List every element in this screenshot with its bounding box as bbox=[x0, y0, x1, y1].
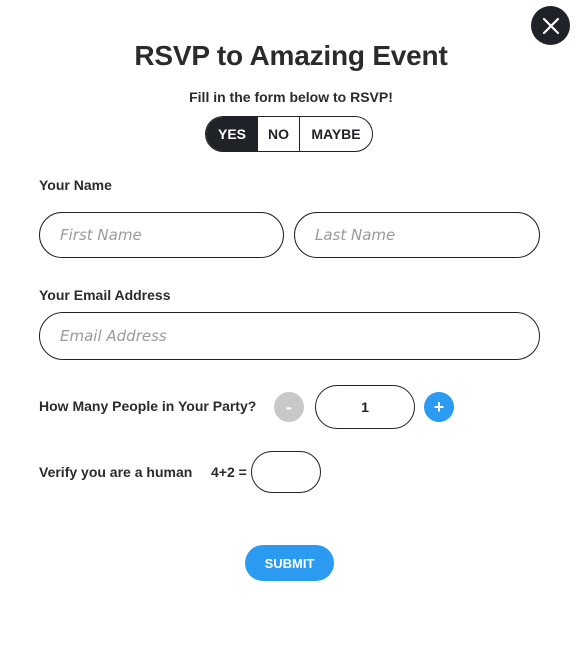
name-label: Your Name bbox=[39, 177, 112, 193]
page-subtitle: Fill in the form below to RSVP! bbox=[189, 89, 393, 105]
close-icon bbox=[542, 17, 559, 34]
first-name-field[interactable] bbox=[39, 212, 284, 258]
page-title: RSVP to Amazing Event bbox=[134, 40, 448, 71]
captcha-input[interactable] bbox=[251, 451, 321, 493]
rsvp-modal: RSVP to Amazing Event Fill in the form b… bbox=[0, 0, 582, 647]
captcha-label: Verify you are a human bbox=[39, 464, 193, 480]
submit-button[interactable]: SUBMIT bbox=[245, 545, 334, 581]
email-label: Your Email Address bbox=[39, 287, 171, 303]
decrement-button[interactable]: - bbox=[274, 392, 304, 422]
captcha-question: 4+2 = bbox=[211, 464, 247, 480]
last-name-field[interactable] bbox=[294, 212, 540, 258]
party-size-label: How Many People in Your Party? bbox=[39, 398, 257, 414]
increment-button[interactable]: + bbox=[424, 392, 454, 422]
rsvp-toggle: YES NO MAYBE bbox=[205, 116, 373, 152]
rsvp-maybe-option[interactable]: MAYBE bbox=[300, 117, 372, 151]
rsvp-no-option[interactable]: NO bbox=[258, 117, 300, 151]
party-size-input[interactable]: 1 bbox=[315, 385, 415, 429]
rsvp-yes-option[interactable]: YES bbox=[206, 117, 258, 151]
email-field[interactable] bbox=[39, 312, 540, 360]
